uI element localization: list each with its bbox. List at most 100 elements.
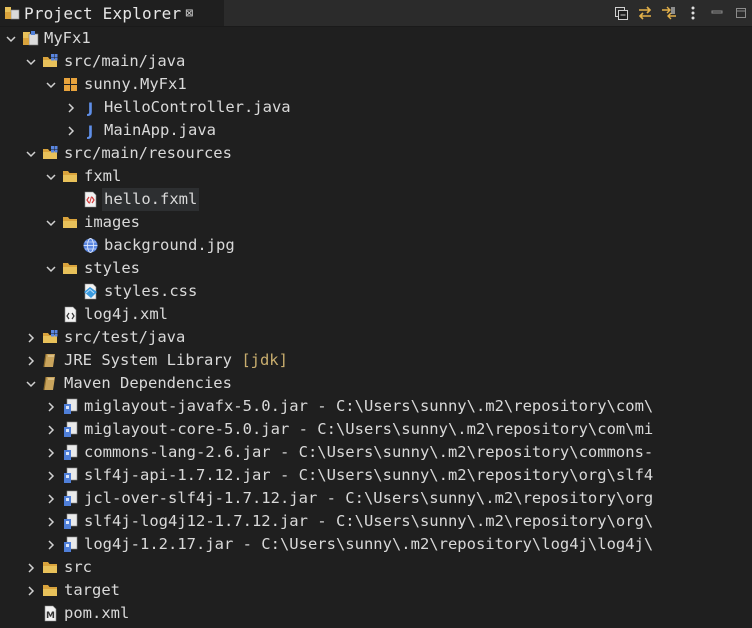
image-file-icon bbox=[82, 237, 99, 254]
tree-item[interactable]: Mpom.xml bbox=[0, 602, 752, 625]
expand-toggle[interactable] bbox=[44, 510, 58, 533]
tree-item[interactable]: src/test/java bbox=[0, 326, 752, 349]
expand-toggle[interactable] bbox=[64, 119, 78, 142]
tree-item-label: slf4j-api-1.7.12.jar - C:\Users\sunny\.m… bbox=[84, 464, 653, 487]
tree-item[interactable]: MyFx1 bbox=[0, 27, 752, 50]
collapse-toggle[interactable] bbox=[44, 211, 58, 234]
filter-button[interactable] bbox=[658, 2, 680, 24]
tree-item-description: - C:\Users\sunny\.m2\repository\commons- bbox=[270, 443, 654, 461]
expand-toggle[interactable] bbox=[24, 349, 38, 372]
tree-item[interactable]: src/main/java bbox=[0, 50, 752, 73]
tree-item[interactable]: miglayout-core-5.0.jar - C:\Users\sunny\… bbox=[0, 418, 752, 441]
project-explorer-tab[interactable]: Project Explorer ⊠ bbox=[0, 0, 224, 26]
chevron-right-icon bbox=[48, 493, 55, 504]
project-explorer-icon bbox=[5, 7, 20, 20]
chevron-right-icon bbox=[28, 562, 35, 573]
expand-toggle[interactable] bbox=[24, 579, 38, 602]
tree-item-name: src/test/java bbox=[64, 328, 186, 346]
tree-item-label: commons-lang-2.6.jar - C:\Users\sunny\.m… bbox=[84, 441, 653, 464]
tree-item[interactable]: log4j.xml bbox=[0, 303, 752, 326]
tree-item-label: sunny.MyFx1 bbox=[84, 73, 187, 96]
expand-toggle[interactable] bbox=[24, 556, 38, 579]
collapse-toggle[interactable] bbox=[44, 257, 58, 280]
source-folder-icon bbox=[42, 329, 59, 346]
tree-item-name: MyFx1 bbox=[44, 29, 91, 47]
svg-text:J: J bbox=[87, 101, 93, 116]
tree-item-name: MainApp.java bbox=[104, 121, 216, 139]
chevron-right-icon bbox=[28, 332, 35, 343]
tree-item[interactable]: target bbox=[0, 579, 752, 602]
tree-item[interactable]: miglayout-javafx-5.0.jar - C:\Users\sunn… bbox=[0, 395, 752, 418]
tree-item[interactable]: commons-lang-2.6.jar - C:\Users\sunny\.m… bbox=[0, 441, 752, 464]
view-toolbar bbox=[608, 0, 752, 26]
tree-item-label: fxml bbox=[84, 165, 121, 188]
tree-item[interactable]: Maven Dependencies bbox=[0, 372, 752, 395]
minimize-button[interactable] bbox=[706, 2, 728, 24]
folder-icon bbox=[62, 168, 79, 185]
tree-item-name: fxml bbox=[84, 167, 122, 185]
tree-item[interactable]: slf4j-api-1.7.12.jar - C:\Users\sunny\.m… bbox=[0, 464, 752, 487]
expand-toggle[interactable] bbox=[44, 395, 58, 418]
tree-item[interactable]: fxml bbox=[0, 165, 752, 188]
chevron-right-icon bbox=[48, 470, 55, 481]
expand-toggle[interactable] bbox=[24, 326, 38, 349]
tree-item[interactable]: sunny.MyFx1 bbox=[0, 73, 752, 96]
tree-item-description: - C:\Users\sunny\.m2\repository\org\slf4 bbox=[270, 466, 654, 484]
tree-item[interactable]: src/main/resources bbox=[0, 142, 752, 165]
library-icon bbox=[42, 352, 59, 369]
tree-item-name: slf4j-api-1.7.12.jar bbox=[84, 466, 271, 484]
collapse-all-button[interactable] bbox=[610, 2, 632, 24]
expand-toggle[interactable] bbox=[44, 533, 58, 556]
jar-file-icon bbox=[62, 467, 79, 484]
close-tab-icon[interactable]: ⊠ bbox=[185, 6, 193, 21]
collapse-toggle[interactable] bbox=[4, 27, 18, 50]
chevron-down-icon bbox=[6, 35, 16, 42]
expand-toggle[interactable] bbox=[64, 96, 78, 119]
expand-toggle[interactable] bbox=[44, 441, 58, 464]
folder-icon bbox=[62, 214, 79, 231]
tree-item-label: JRE System Library [jdk] bbox=[64, 349, 288, 372]
tree-item[interactable]: hello.fxml bbox=[0, 188, 752, 211]
tree-item-name: styles bbox=[84, 259, 140, 277]
tab-title: Project Explorer bbox=[24, 3, 182, 23]
tree-item-description: - C:\Users\sunny\.m2\repository\com\ bbox=[307, 397, 654, 415]
expand-toggle[interactable] bbox=[44, 487, 58, 510]
chevron-right-icon bbox=[28, 585, 35, 596]
tree-item[interactable]: background.jpg bbox=[0, 234, 752, 257]
tree-item[interactable]: styles bbox=[0, 257, 752, 280]
project-tree: MyFx1 src/main/java sunny.MyFx1 J HelloContr… bbox=[0, 27, 752, 625]
tree-item[interactable]: styles.css bbox=[0, 280, 752, 303]
chevron-right-icon bbox=[28, 355, 35, 366]
tree-item[interactable]: JRE System Library [jdk] bbox=[0, 349, 752, 372]
maximize-button[interactable] bbox=[730, 2, 752, 24]
tree-item[interactable]: slf4j-log4j12-1.7.12.jar - C:\Users\sunn… bbox=[0, 510, 752, 533]
collapse-toggle[interactable] bbox=[44, 165, 58, 188]
tree-item[interactable]: J MainApp.java bbox=[0, 119, 752, 142]
collapse-toggle[interactable] bbox=[44, 73, 58, 96]
tree-item[interactable]: jcl-over-slf4j-1.7.12.jar - C:\Users\sun… bbox=[0, 487, 752, 510]
chevron-down-icon bbox=[26, 58, 36, 65]
collapse-toggle[interactable] bbox=[24, 142, 38, 165]
collapse-toggle[interactable] bbox=[24, 50, 38, 73]
chevron-right-icon bbox=[48, 424, 55, 435]
chevron-down-icon bbox=[26, 380, 36, 387]
chevron-right-icon bbox=[48, 447, 55, 458]
tree-item[interactable]: log4j-1.2.17.jar - C:\Users\sunny\.m2\re… bbox=[0, 533, 752, 556]
tree-item-label: src/main/resources bbox=[64, 142, 232, 165]
view-menu-button[interactable] bbox=[682, 2, 704, 24]
expand-toggle[interactable] bbox=[44, 418, 58, 441]
collapse-toggle[interactable] bbox=[24, 372, 38, 395]
tree-item-label: miglayout-javafx-5.0.jar - C:\Users\sunn… bbox=[84, 395, 653, 418]
tree-item[interactable]: src bbox=[0, 556, 752, 579]
jar-file-icon bbox=[62, 513, 79, 530]
expand-toggle[interactable] bbox=[44, 464, 58, 487]
tree-item-name: styles.css bbox=[104, 282, 198, 300]
tree-item-name: hello.fxml bbox=[104, 190, 198, 208]
tree-item[interactable]: J HelloController.java bbox=[0, 96, 752, 119]
tree-item-name: target bbox=[64, 581, 120, 599]
folder-icon bbox=[62, 260, 79, 277]
tree-item[interactable]: images bbox=[0, 211, 752, 234]
link-with-editor-button[interactable] bbox=[634, 2, 656, 24]
folder-icon bbox=[42, 559, 59, 576]
tree-item-label: HelloController.java bbox=[104, 96, 291, 119]
